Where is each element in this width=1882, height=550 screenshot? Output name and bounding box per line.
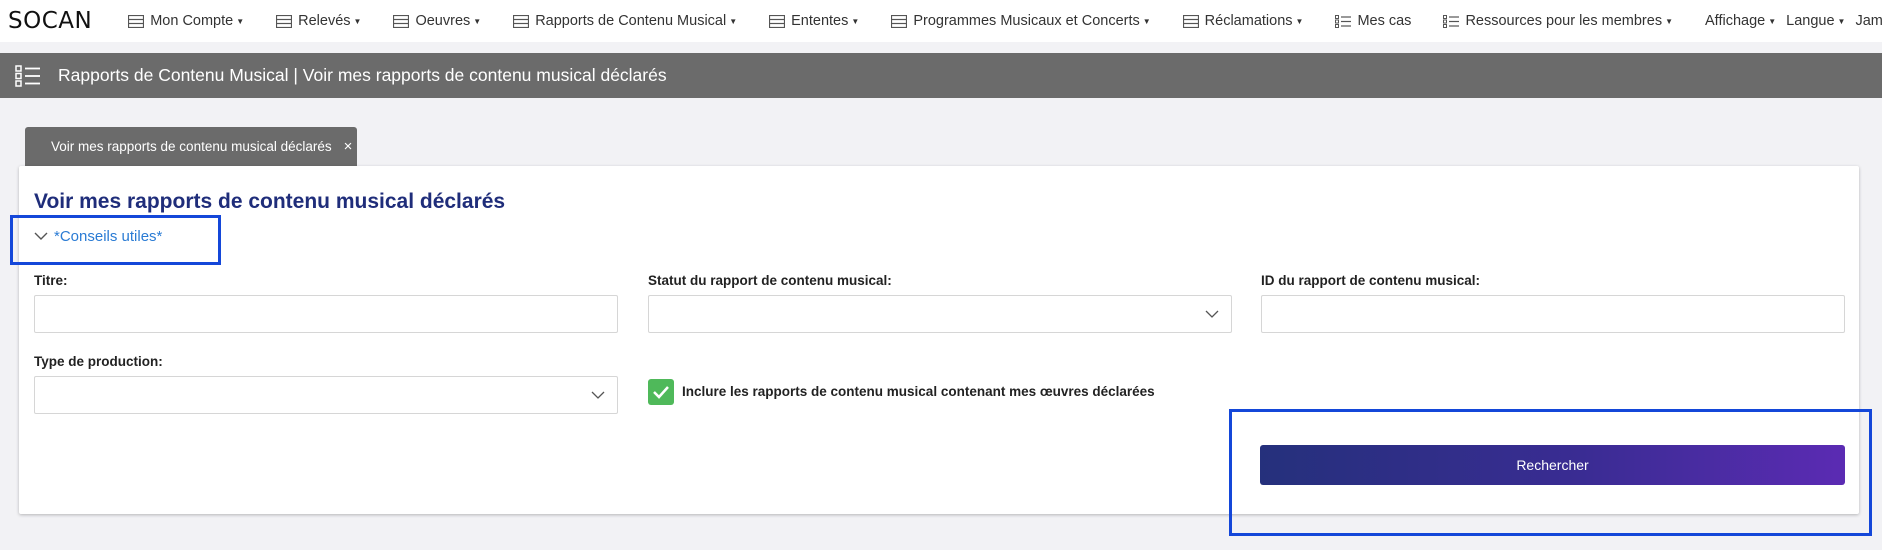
- nav-label: Programmes Musicaux et Concerts: [913, 13, 1140, 29]
- type-production-select[interactable]: [34, 376, 618, 414]
- list-icon: [891, 14, 908, 28]
- nav-reclamations[interactable]: Réclamations ▼: [1182, 13, 1304, 29]
- page-title: Rapports de Contenu Musical | Voir mes r…: [58, 65, 667, 85]
- nav-ressources[interactable]: Ressources pour les membres ▼: [1443, 13, 1673, 29]
- statut-select[interactable]: [648, 295, 1232, 333]
- caret-down-icon: ▼: [353, 16, 362, 26]
- caret-down-icon: ▼: [1837, 16, 1846, 26]
- caret-down-icon: ▼: [1295, 16, 1304, 26]
- panel-heading: Voir mes rapports de contenu musical déc…: [34, 190, 506, 213]
- checklist-icon: [15, 64, 40, 87]
- nav-affichage[interactable]: Affichage ▼: [1705, 13, 1776, 29]
- close-icon[interactable]: ×: [344, 138, 353, 155]
- statut-label: Statut du rapport de contenu musical:: [648, 273, 892, 288]
- nav-label: Ententes: [791, 13, 849, 29]
- list-icon: [276, 14, 293, 28]
- nav-rapports[interactable]: Rapports de Contenu Musical ▼: [513, 13, 737, 29]
- highlight-box-tips: [10, 215, 221, 265]
- nav-label: Langue: [1786, 13, 1835, 29]
- include-declared-works-label: Inclure les rapports de contenu musical …: [682, 384, 1155, 399]
- nav-user-menu[interactable]: James▼: [1855, 13, 1882, 29]
- checklist-icon: [1335, 14, 1352, 28]
- chevron-down-icon: [1205, 310, 1219, 318]
- list-icon: [128, 14, 145, 28]
- nav-releves[interactable]: Relevés ▼: [276, 13, 361, 29]
- tab-voir-rapports[interactable]: Voir mes rapports de contenu musical déc…: [25, 127, 357, 166]
- tab-label: Voir mes rapports de contenu musical déc…: [51, 139, 332, 154]
- nav-label: Mes cas: [1357, 13, 1412, 29]
- checklist-icon: [1443, 14, 1460, 28]
- list-icon: [513, 14, 530, 28]
- socan-logo[interactable]: SOCAN: [8, 8, 92, 34]
- nav-oeuvres[interactable]: Oeuvres ▼: [393, 13, 481, 29]
- nav-label: Oeuvres: [415, 13, 471, 29]
- checkmark-icon: [653, 386, 669, 399]
- caret-down-icon: ▼: [236, 16, 245, 26]
- nav-label: Rapports de Contenu Musical: [535, 13, 727, 29]
- nav-langue[interactable]: Langue ▼: [1786, 13, 1845, 29]
- nav-label: Mon Compte: [150, 13, 234, 29]
- nav-label: Ressources pour les membres: [1465, 13, 1663, 29]
- list-icon: [769, 14, 786, 28]
- nav-label: Affichage: [1705, 13, 1766, 29]
- chevron-down-icon: [591, 391, 605, 399]
- nav-mon-compte[interactable]: Mon Compte ▼: [128, 13, 244, 29]
- nav-label: Relevés: [298, 13, 351, 29]
- highlight-box-search: [1229, 409, 1872, 536]
- id-input[interactable]: [1261, 295, 1845, 333]
- nav-ententes[interactable]: Ententes ▼: [769, 13, 859, 29]
- list-icon: [393, 14, 410, 28]
- caret-down-icon: ▼: [851, 16, 860, 26]
- nav-label: James: [1855, 13, 1882, 29]
- top-navigation: SOCAN Mon Compte ▼ Relevés ▼ Oeuvres ▼ Rapp…: [0, 0, 1882, 42]
- caret-down-icon: ▼: [1142, 16, 1151, 26]
- caret-down-icon: ▼: [1768, 16, 1777, 26]
- nav-label: Réclamations: [1204, 13, 1293, 29]
- nav-programmes[interactable]: Programmes Musicaux et Concerts ▼: [891, 13, 1151, 29]
- include-declared-works-checkbox[interactable]: [648, 379, 674, 405]
- titre-label: Titre:: [34, 273, 68, 288]
- page-header-bar: Rapports de Contenu Musical | Voir mes r…: [0, 53, 1882, 98]
- id-label: ID du rapport de contenu musical:: [1261, 273, 1481, 288]
- nav-mes-cas[interactable]: Mes cas: [1335, 13, 1411, 29]
- caret-down-icon: ▼: [473, 16, 482, 26]
- titre-input[interactable]: [34, 295, 618, 333]
- caret-down-icon: ▼: [1665, 16, 1673, 26]
- caret-down-icon: ▼: [729, 16, 738, 26]
- type-production-label: Type de production:: [34, 354, 163, 369]
- list-icon: [1182, 14, 1199, 28]
